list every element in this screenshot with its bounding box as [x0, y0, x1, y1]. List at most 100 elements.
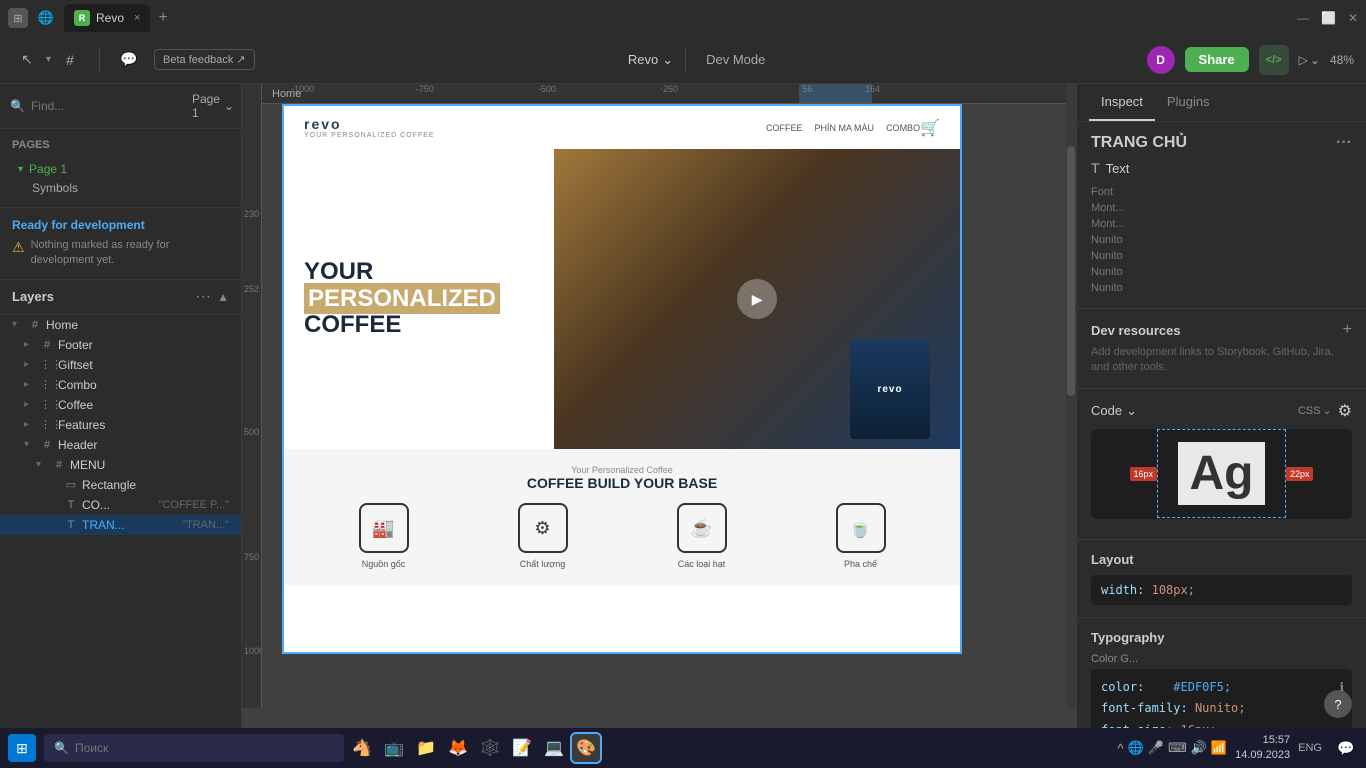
taskbar-chevron[interactable]: ^: [1117, 741, 1123, 756]
nav-combo[interactable]: COMBO: [886, 123, 920, 133]
taskbar-search-input[interactable]: [75, 741, 334, 755]
home-label: Home: [46, 318, 229, 332]
zoom-control[interactable]: 48%: [1330, 53, 1354, 67]
vmark-500: 500: [244, 427, 259, 437]
tab-plugins[interactable]: Plugins: [1155, 84, 1222, 121]
dev-resources-section: Dev resources + Add development links to…: [1077, 309, 1366, 389]
canvas-content[interactable]: 230 252 500 750 1000 Home revo YOUR PERS…: [242, 84, 1076, 708]
layer-menu[interactable]: ▾ # MENU: [0, 455, 241, 475]
code-view-button[interactable]: </>: [1259, 45, 1289, 75]
project-name[interactable]: Revo ⌄: [628, 52, 673, 68]
taskbar-search: 🔍: [44, 734, 344, 762]
page1-label: Page 1: [29, 162, 67, 176]
globe-icon[interactable]: 🌐: [36, 8, 56, 28]
layer-combo[interactable]: ▸ ⋮⋮ Combo: [0, 375, 241, 395]
play-button-hero[interactable]: ▶: [737, 279, 777, 319]
dev-resources-add-button[interactable]: +: [1343, 321, 1352, 339]
user-avatar[interactable]: D: [1147, 46, 1175, 74]
taskbar-app-folder[interactable]: 📁: [412, 734, 440, 762]
dev-resources-hint: Add development links to Storybook, GitH…: [1091, 345, 1352, 376]
page-item-symbols[interactable]: Symbols: [12, 179, 229, 197]
font-row-mont2: Mont...: [1091, 216, 1352, 232]
taskbar-volume[interactable]: 🔊: [1191, 740, 1207, 756]
layer-header[interactable]: ▾ # Header: [0, 435, 241, 455]
taskbar-app-figma[interactable]: 🎨: [572, 734, 600, 762]
icon-pha-che: 🍵 Pha chế: [836, 503, 886, 569]
trang-chu-text-icon: T: [64, 519, 78, 531]
layer-coffee-text[interactable]: ▸ T CO... "COFFEE P...": [0, 495, 241, 515]
dev-mode-button[interactable]: Dev Mode: [698, 48, 773, 71]
code-line-color: color: #EDF0F5;: [1101, 677, 1342, 699]
home-icon[interactable]: ⊞: [8, 8, 28, 28]
layer-home[interactable]: ▾ # Home: [0, 315, 241, 335]
pha-che-label: Pha chế: [844, 559, 877, 569]
combo-chevron: ▸: [24, 379, 36, 390]
help-button[interactable]: ?: [1324, 690, 1352, 718]
nav-phin[interactable]: PHÍN MA MÀU: [815, 123, 875, 133]
new-tab-button[interactable]: +: [158, 9, 167, 27]
layer-rectangle[interactable]: ▸ ▭ Rectangle: [0, 475, 241, 495]
canvas-area[interactable]: -1000 -750 -500 -250 56 164 230 252 500 …: [242, 84, 1076, 728]
search-input[interactable]: [31, 99, 186, 113]
code-language-selector[interactable]: CSS ⌄: [1298, 404, 1332, 417]
width-val: 108px;: [1152, 583, 1195, 597]
coffee-group-icon: ⋮⋮: [40, 398, 54, 411]
layers-more-button[interactable]: ···: [195, 288, 211, 306]
tab-close-button[interactable]: ×: [134, 12, 140, 24]
canvas-scroll-thumb[interactable]: [1067, 146, 1075, 396]
taskbar-globe[interactable]: 🌐: [1128, 740, 1144, 756]
play-chevron: ⌄: [1310, 53, 1320, 67]
close-button[interactable]: ✕: [1348, 11, 1358, 25]
layers-section: Layers ··· ▲ ▾ # Home ▸ # Footer ▸ ⋮⋮ Gi: [0, 280, 241, 728]
code-settings-icon[interactable]: ⚙: [1338, 401, 1352, 421]
taskbar-app-web[interactable]: 🕸️: [476, 734, 504, 762]
tab-inspect[interactable]: Inspect: [1089, 84, 1155, 121]
taskbar-app-horse[interactable]: 🐴: [348, 734, 376, 762]
layer-features[interactable]: ▸ ⋮⋮ Features: [0, 415, 241, 435]
frame-tool[interactable]: #: [55, 45, 85, 75]
page-item-page1[interactable]: ▾ Page 1: [12, 159, 229, 179]
layer-footer[interactable]: ▸ # Footer: [0, 335, 241, 355]
play-button[interactable]: ▷ ⌄: [1299, 53, 1320, 67]
layers-scroll-up[interactable]: ▲: [217, 290, 229, 304]
canvas-scrollbar[interactable]: [1066, 84, 1076, 708]
font-row-nunito1: Nunito: [1091, 232, 1352, 248]
giftset-chevron: ▸: [24, 359, 36, 370]
taskbar-language[interactable]: ENG: [1298, 742, 1322, 754]
cart-icon[interactable]: 🛒: [920, 118, 940, 138]
beta-feedback-badge[interactable]: Beta feedback ↗: [154, 49, 255, 70]
tab-revo[interactable]: R Revo ×: [64, 4, 150, 32]
maximize-button[interactable]: ⬜: [1321, 11, 1336, 25]
text-type-row: T Text: [1091, 160, 1352, 176]
taskbar-clock[interactable]: 15:57 14.09.2023: [1235, 733, 1290, 764]
start-button[interactable]: ⊞: [8, 734, 36, 762]
layer-trang-chu[interactable]: ▸ T TRAN... "TRAN...": [0, 515, 241, 535]
bottom-section: Your Personalized Coffee COFFEE BUILD YO…: [284, 449, 960, 585]
giftset-label: Giftset: [58, 358, 229, 372]
separator-1: [99, 48, 100, 72]
move-tool[interactable]: ↖: [12, 45, 42, 75]
tab-app-icon: R: [74, 10, 90, 26]
play-icon: ▷: [1299, 53, 1308, 67]
share-button[interactable]: Share: [1185, 47, 1249, 72]
nav-coffee[interactable]: COFFEE: [766, 123, 803, 133]
taskbar-network[interactable]: 📶: [1211, 740, 1227, 756]
layer-coffee[interactable]: ▸ ⋮⋮ Coffee: [0, 395, 241, 415]
taskbar-app-word[interactable]: 📝: [508, 734, 536, 762]
menu-label: MENU: [70, 458, 229, 472]
chat-button[interactable]: 💬: [114, 45, 144, 75]
features-group-icon: ⋮⋮: [40, 418, 54, 431]
layer-giftset[interactable]: ▸ ⋮⋮ Giftset: [0, 355, 241, 375]
taskbar-app-vscode[interactable]: 💻: [540, 734, 568, 762]
taskbar-notification[interactable]: 💬: [1334, 736, 1358, 760]
taskbar-app-tv[interactable]: 📺: [380, 734, 408, 762]
page-selector[interactable]: Page 1 ⌄: [192, 92, 234, 120]
taskbar-keyboard[interactable]: ⌨: [1168, 740, 1187, 756]
website-frame[interactable]: revo YOUR PERSONALIZED COFFEE COFFEE PHÍ…: [282, 104, 962, 654]
taskbar-mic[interactable]: 🎤: [1148, 740, 1164, 756]
inspect-more-button[interactable]: ···: [1336, 134, 1352, 152]
menu-chevron: ▾: [36, 459, 48, 470]
minimize-button[interactable]: —: [1297, 11, 1309, 25]
taskbar-app-edge[interactable]: 🦊: [444, 734, 472, 762]
trang-chu-content: "TRAN...": [182, 519, 229, 531]
